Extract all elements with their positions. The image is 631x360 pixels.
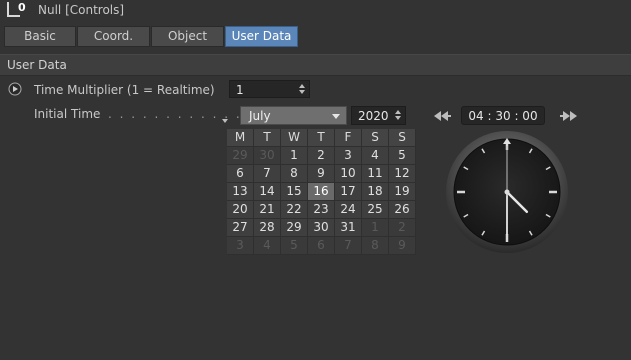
calendar-week-row: 20 21 22 23 24 25 26 [227, 201, 417, 219]
calendar-day[interactable]: 10 [335, 165, 362, 183]
year-value: 2020 [358, 109, 389, 123]
calendar-grid: M T W T F S S 29 30 1 2 3 4 5 6 7 8 9 10 11 12 13 14 15 16 17 18 19… [227, 129, 417, 255]
calendar-day[interactable]: 13 [227, 183, 254, 201]
year-field[interactable]: 2020 [351, 106, 406, 125]
calendar-day[interactable]: 14 [254, 183, 281, 201]
fast-forward-icon[interactable] [560, 110, 578, 121]
calendar-day[interactable]: 8 [281, 165, 308, 183]
calendar-day[interactable]: 4 [362, 147, 389, 165]
analog-clock[interactable] [445, 130, 569, 254]
calendar-day[interactable]: 4 [254, 237, 281, 255]
tab-object[interactable]: Object [151, 26, 224, 47]
calendar-day[interactable]: 12 [389, 165, 416, 183]
calendar-weekday-header: MTWTFSS [227, 129, 417, 147]
spinner-arrows-icon[interactable] [299, 83, 305, 95]
calendar-week-row: 29 30 1 2 3 4 5 [227, 147, 417, 165]
time-multiplier-field[interactable]: 1 [229, 80, 310, 98]
calendar-day[interactable]: 1 [281, 147, 308, 165]
calendar-day[interactable]: 27 [227, 219, 254, 237]
calendar-day[interactable]: 1 [362, 219, 389, 237]
calendar-day[interactable]: 28 [254, 219, 281, 237]
calendar-day[interactable]: 22 [281, 201, 308, 219]
time-multiplier-value: 1 [236, 83, 244, 97]
tab-basic[interactable]: Basic [4, 26, 76, 47]
collapse-arrow-icon[interactable] [222, 112, 228, 123]
calendar-day[interactable]: 30 [308, 219, 335, 237]
initial-time-label: Initial Time [34, 107, 101, 121]
calendar-day[interactable]: 5 [281, 237, 308, 255]
calendar-day[interactable]: 7 [335, 237, 362, 255]
tab-coord[interactable]: Coord. [77, 26, 150, 47]
calendar-day[interactable]: 18 [362, 183, 389, 201]
calendar-day[interactable]: 9 [308, 165, 335, 183]
weekday-label: F [335, 129, 362, 147]
calendar-week-row: 3456789 [227, 237, 417, 255]
calendar-day[interactable]: 15 [281, 183, 308, 201]
calendar-day[interactable]: 21 [254, 201, 281, 219]
calendar-day[interactable]: 30 [254, 147, 281, 165]
calendar-day[interactable]: 23 [308, 201, 335, 219]
calendar-day[interactable]: 26 [389, 201, 416, 219]
calendar-day[interactable]: 2 [308, 147, 335, 165]
null-object-icon: 0 [6, 0, 28, 18]
tab-bar: Basic Coord. Object User Data [4, 26, 299, 47]
time-multiplier-label: Time Multiplier (1 = Realtime) [34, 83, 215, 97]
month-value: July [249, 109, 271, 123]
calendar-day[interactable]: 3 [335, 147, 362, 165]
calendar-day[interactable]: 29 [227, 147, 254, 165]
calendar-day[interactable]: 29 [281, 219, 308, 237]
weekday-label: S [362, 129, 389, 147]
calendar-day[interactable]: 31 [335, 219, 362, 237]
calendar-day[interactable]: 2 [389, 219, 416, 237]
calendar-day[interactable]: 6 [227, 165, 254, 183]
svg-text:0: 0 [18, 1, 26, 14]
calendar-week-row: 13 14 15 16 17 18 19 [227, 183, 417, 201]
calendar-day[interactable]: 8 [362, 237, 389, 255]
spinner-arrows-icon[interactable] [395, 109, 401, 121]
calendar-week-row: 6 7 8 9 10 11 12 [227, 165, 417, 183]
calendar-day[interactable]: 17 [335, 183, 362, 201]
calendar-day[interactable]: 24 [335, 201, 362, 219]
tab-user-data[interactable]: User Data [225, 26, 298, 47]
calendar-day[interactable]: 7 [254, 165, 281, 183]
weekday-label: M [227, 129, 254, 147]
rewind-icon[interactable] [433, 110, 451, 121]
clock-hub [504, 189, 510, 195]
calendar-day[interactable]: 9 [389, 237, 416, 255]
calendar-day[interactable]: 5 [389, 147, 416, 165]
section-title: User Data [7, 58, 67, 72]
weekday-label: S [389, 129, 416, 147]
animate-toggle-icon[interactable] [8, 82, 22, 96]
time-field[interactable]: 04 : 30 : 00 [461, 106, 545, 125]
month-dropdown[interactable]: July [240, 106, 347, 125]
calendar-day[interactable]: 19 [389, 183, 416, 201]
calendar-day[interactable]: 3 [227, 237, 254, 255]
weekday-label: T [308, 129, 335, 147]
weekday-label: W [281, 129, 308, 147]
calendar-day[interactable]: 20 [227, 201, 254, 219]
calendar-day[interactable]: 25 [362, 201, 389, 219]
calendar-week-row: 27 28 29 30 31 1 2 [227, 219, 417, 237]
window-title: Null [Controls] [38, 3, 125, 17]
chevron-down-icon [332, 114, 340, 119]
section-header[interactable]: User Data [0, 54, 631, 76]
calendar-day-selected[interactable]: 16 [308, 183, 335, 201]
calendar-day[interactable]: 6 [308, 237, 335, 255]
weekday-label: T [254, 129, 281, 147]
calendar-day[interactable]: 11 [362, 165, 389, 183]
